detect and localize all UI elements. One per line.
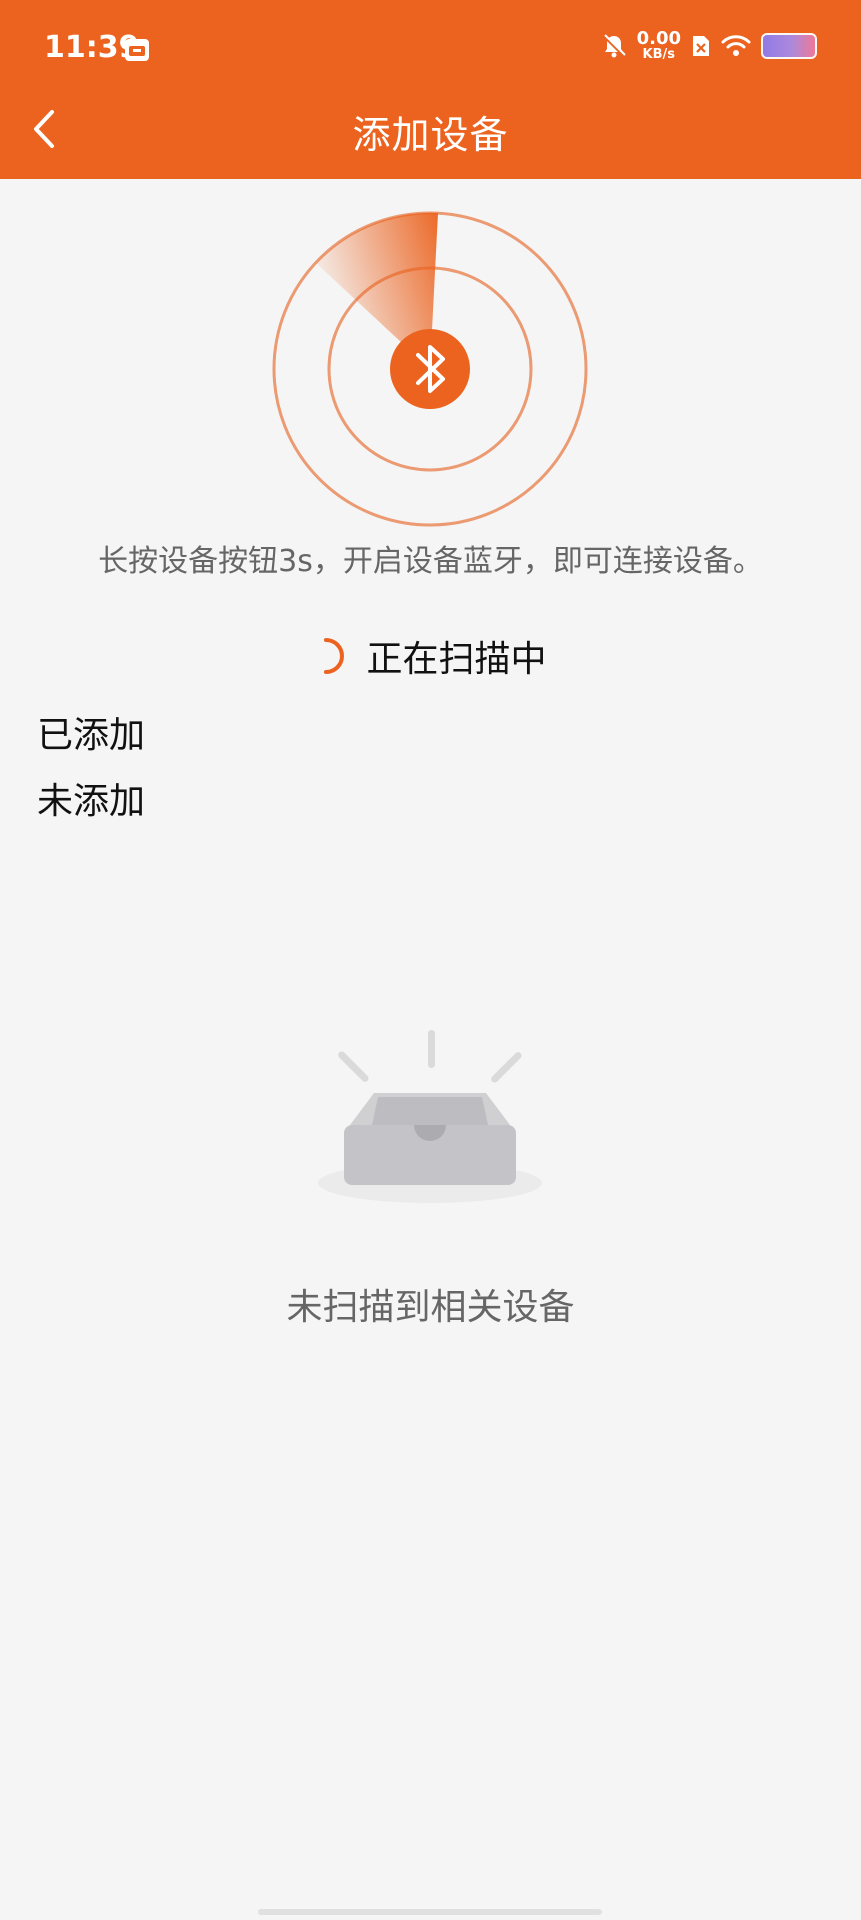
page-title: 添加设备 — [352, 113, 509, 157]
home-indicator[interactable] — [258, 1909, 602, 1915]
app-header: 11:39 0.00 KB/s 添加设备 — [0, 0, 861, 179]
network-speed-unit: KB/s — [642, 47, 676, 62]
calendar-app-icon — [125, 39, 149, 61]
battery-icon — [761, 32, 817, 59]
status-icons: 0.00 KB/s — [601, 30, 817, 61]
wifi-icon — [721, 34, 751, 56]
bluetooth-radar — [272, 211, 588, 527]
network-speed-value: 0.00 — [636, 28, 681, 49]
scanning-text: 正在扫描中 — [366, 639, 547, 680]
empty-state-text: 未扫描到相关设备 — [286, 1287, 575, 1328]
sim-off-icon — [693, 35, 709, 56]
scanning-status: 正在扫描中 — [0, 630, 861, 682]
added-section-header: 已添加 — [37, 715, 146, 756]
empty-box-icon — [318, 1030, 542, 1203]
mute-icon — [602, 33, 626, 57]
connection-hint: 长按设备按钮3s，开启设备蓝牙，即可连接设备。 — [98, 544, 763, 579]
network-speed: 0.00 KB/s — [636, 28, 681, 62]
loading-spinner-icon — [324, 638, 345, 674]
not-added-section-header: 未添加 — [37, 781, 146, 822]
